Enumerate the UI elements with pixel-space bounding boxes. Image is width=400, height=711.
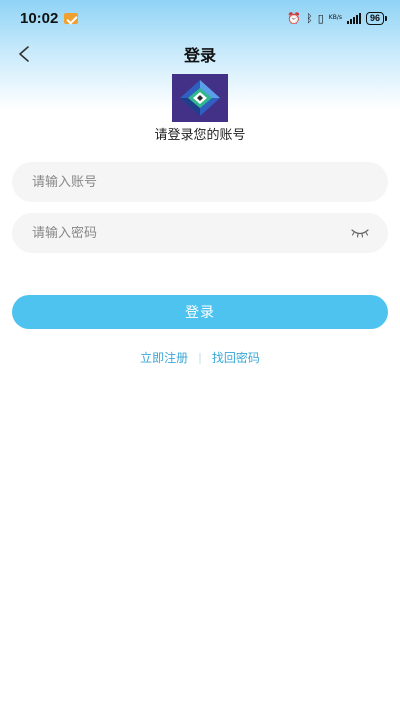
auth-links: 立即注册 | 找回密码 (0, 349, 400, 366)
status-time: 10:02 (20, 9, 59, 27)
vibrate-icon: ▯ (317, 11, 324, 25)
account-field[interactable] (12, 162, 388, 202)
notification-icon (64, 12, 79, 24)
status-right: ⏰ ᛒ ▯ KB/s 96 (287, 11, 388, 25)
nav-bar: 登录 (0, 36, 400, 72)
signal-icon (346, 12, 361, 24)
bluetooth-icon: ᛒ (306, 11, 313, 25)
battery-indicator: 96 (365, 11, 388, 25)
login-subtitle: 请登录您的账号 (154, 128, 246, 143)
page-title: 登录 (183, 46, 216, 65)
back-button[interactable] (10, 40, 38, 68)
network-speed: KB/s (328, 14, 342, 21)
app-logo (172, 74, 228, 122)
eye-closed-icon[interactable] (350, 226, 370, 240)
account-input[interactable] (32, 174, 368, 190)
status-left: 10:02 (20, 9, 79, 27)
alarm-icon: ⏰ (287, 11, 302, 25)
link-separator: | (198, 351, 202, 364)
password-field[interactable] (12, 213, 388, 253)
recover-password-link[interactable]: 找回密码 (212, 349, 260, 366)
chevron-left-icon (19, 46, 29, 62)
register-link[interactable]: 立即注册 (140, 349, 188, 366)
status-bar: 10:02 ⏰ ᛒ ▯ KB/s 96 (0, 0, 400, 36)
login-button[interactable]: 登录 (12, 295, 388, 329)
password-input[interactable] (32, 225, 368, 241)
